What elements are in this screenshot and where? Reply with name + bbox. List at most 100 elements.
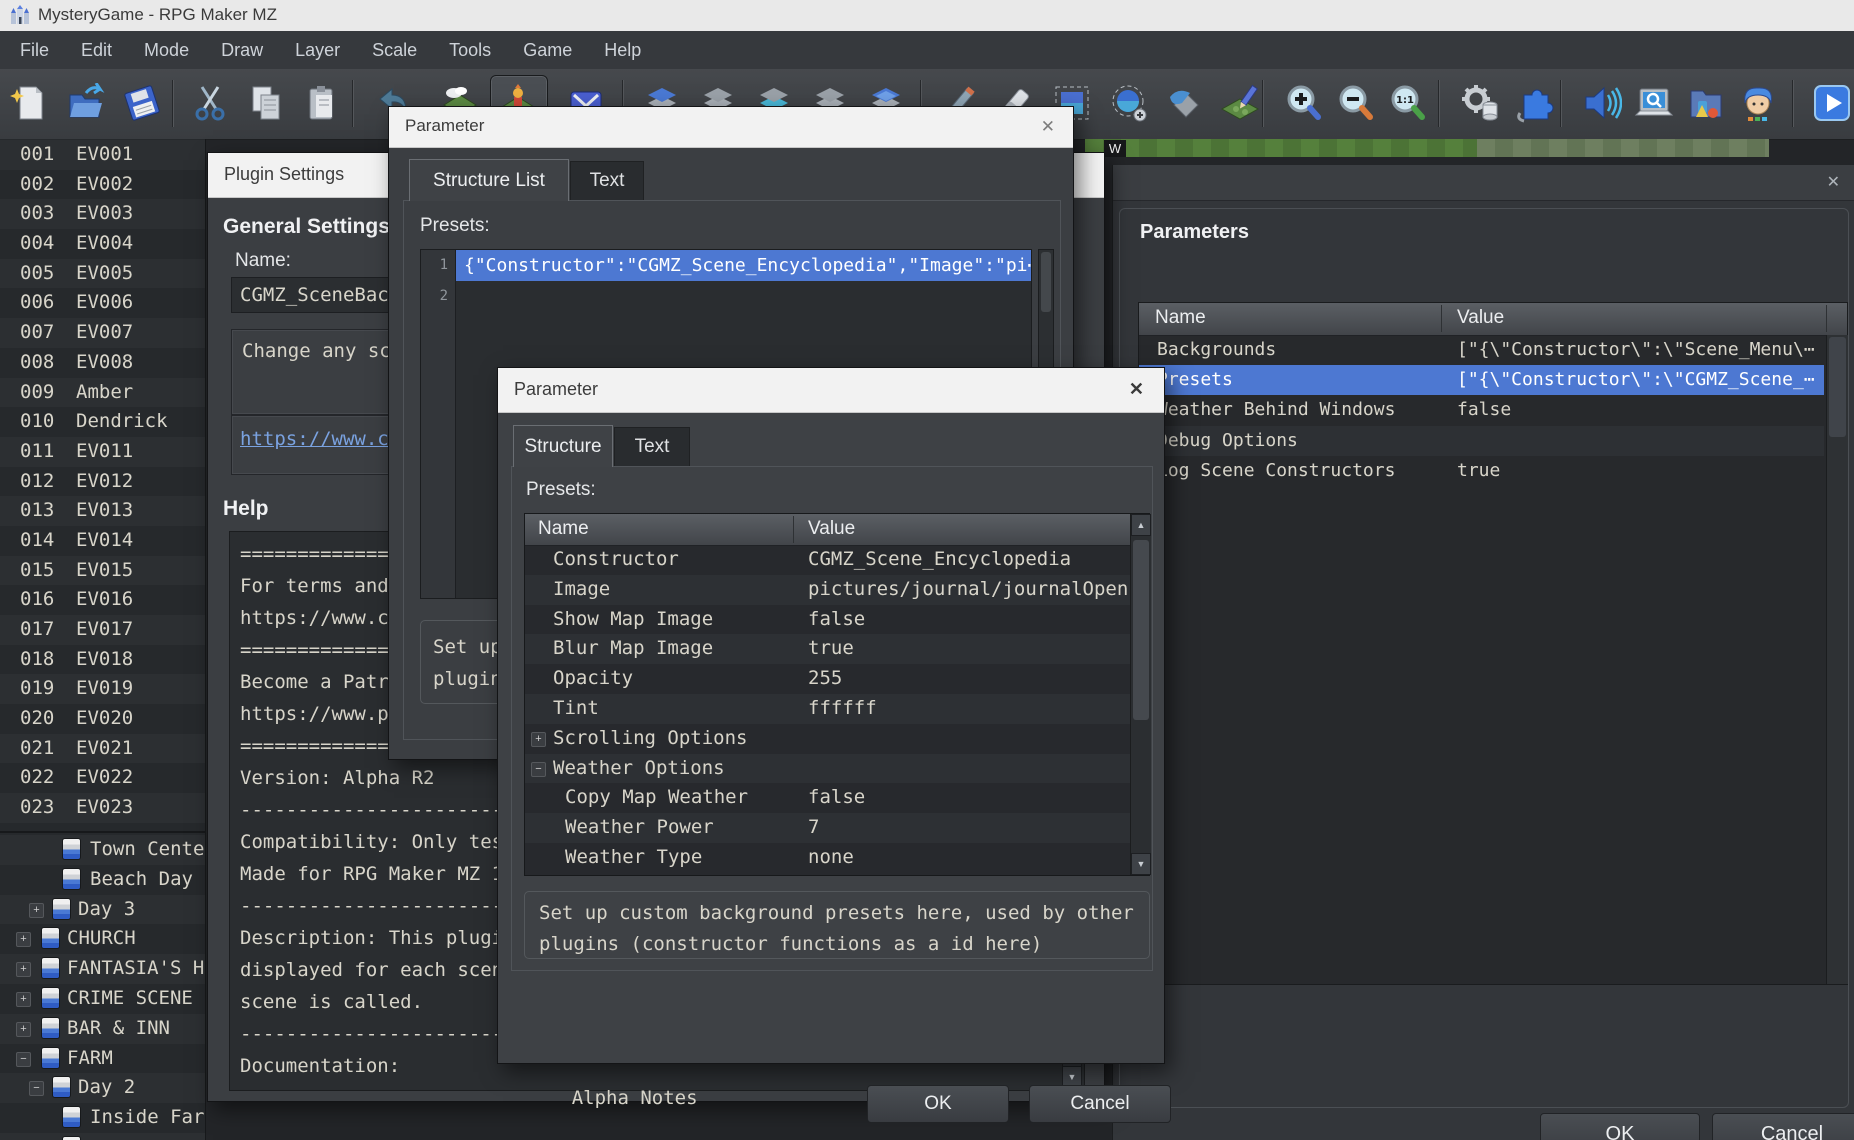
map-tree-item[interactable]: + Day 3 xyxy=(0,894,205,925)
column-header-name[interactable]: Name xyxy=(538,518,589,540)
event-list-item[interactable]: 006 EV006 xyxy=(0,288,205,318)
structure-table-row[interactable]: Show Map Image false xyxy=(525,605,1149,635)
tab-text[interactable]: Text xyxy=(570,161,644,201)
tree-expander-icon[interactable]: + xyxy=(16,962,31,978)
menu-item-help[interactable]: Help xyxy=(588,31,657,69)
menu-item-game[interactable]: Game xyxy=(507,31,588,69)
fill-tool-icon[interactable] xyxy=(1164,83,1204,123)
new-project-icon[interactable] xyxy=(10,83,50,123)
event-list-item[interactable]: 002 EV002 xyxy=(0,170,205,200)
plugin-manager-icon[interactable] xyxy=(1514,83,1554,123)
open-project-icon[interactable] xyxy=(66,82,106,123)
event-list-item[interactable]: 009 Amber xyxy=(0,377,205,408)
event-list-item[interactable]: 018 EV018 xyxy=(0,645,205,675)
event-list-item[interactable]: 016 EV016 xyxy=(0,585,205,615)
parameter-row[interactable]: Log Scene Constructors true xyxy=(1139,456,1824,486)
event-list-item[interactable]: 005 EV005 xyxy=(0,258,205,289)
ellipse-tool-icon[interactable] xyxy=(1108,83,1148,123)
event-list-item[interactable]: 011 EV011 xyxy=(0,436,205,467)
cut-icon[interactable] xyxy=(190,83,230,123)
tab-text[interactable]: Text xyxy=(614,427,690,467)
parameter-row[interactable]: Debug Options xyxy=(1139,425,1824,456)
tab-structure-list[interactable]: Structure List xyxy=(409,159,569,201)
ok-button[interactable]: OK xyxy=(1540,1113,1700,1140)
tree-expander-icon[interactable]: − xyxy=(29,1081,44,1097)
structure-table-row[interactable]: Copy Map Weather false xyxy=(525,783,1149,813)
event-list-item[interactable]: 017 EV017 xyxy=(0,615,205,645)
event-list-item[interactable]: 001 EV001 xyxy=(0,140,205,170)
copy-icon[interactable] xyxy=(246,83,286,123)
tree-expander-icon[interactable]: + xyxy=(16,932,31,948)
map-tree-item[interactable]: Town Center xyxy=(0,835,205,865)
event-list-item[interactable]: 008 EV008 xyxy=(0,348,205,378)
event-list-item[interactable]: 021 EV021 xyxy=(0,733,205,764)
parameter-row[interactable]: Presets ["{\"Constructor\":\"CGMZ_Scene_⋯ xyxy=(1139,365,1824,396)
event-list-item[interactable]: 012 EV012 xyxy=(0,467,205,497)
event-list-item[interactable]: 015 EV015 xyxy=(0,555,205,586)
row-expander-icon[interactable]: − xyxy=(531,761,546,777)
menu-item-mode[interactable]: Mode xyxy=(128,31,205,69)
parameter-row[interactable]: Backgrounds ["{\"Constructor\":\"Scene_Me… xyxy=(1139,335,1824,365)
scrollbar-thumb[interactable] xyxy=(1133,540,1149,720)
cancel-button[interactable]: Cancel xyxy=(1029,1085,1171,1123)
structure-table-row[interactable]: Weather Power 7 xyxy=(525,813,1149,843)
map-tree-item[interactable]: + CRIME SCENE xyxy=(0,984,205,1014)
event-list-item[interactable]: 007 EV007 xyxy=(0,318,205,348)
structure-table-row[interactable]: Opacity 255 xyxy=(525,664,1149,694)
menu-item-scale[interactable]: Scale xyxy=(356,31,433,69)
tree-expander-icon[interactable]: + xyxy=(16,991,31,1007)
preset-json-row-selected[interactable]: {"Constructor":"CGMZ_Scene_Encyclopedia"… xyxy=(456,250,1031,281)
tab-structure[interactable]: Structure xyxy=(513,425,613,467)
event-list-item[interactable]: 019 EV019 xyxy=(0,674,205,705)
dialog-titlebar[interactable]: Parameter ✕ xyxy=(498,368,1164,413)
close-icon[interactable]: ✕ xyxy=(1129,379,1144,400)
sound-test-icon[interactable] xyxy=(1582,83,1623,123)
event-list-item[interactable]: 004 EV004 xyxy=(0,229,205,259)
column-header-value[interactable]: Value xyxy=(808,518,855,540)
cancel-button[interactable]: Cancel xyxy=(1712,1113,1854,1140)
map-tree-item[interactable]: + CHURCH xyxy=(0,924,205,954)
scroll-down-icon[interactable]: ▼ xyxy=(1131,853,1151,875)
table-scrollbar[interactable] xyxy=(1826,335,1848,984)
structure-table-row[interactable]: Constructor CGMZ_Scene_Encyclopedia xyxy=(525,545,1149,575)
column-divider[interactable] xyxy=(793,516,794,543)
event-list-item[interactable]: 023 EV023 xyxy=(0,793,205,823)
structure-table-row[interactable]: Tint ffffff xyxy=(525,693,1149,724)
event-list-item[interactable]: 022 EV022 xyxy=(0,763,205,793)
scrollbar-thumb[interactable] xyxy=(1041,252,1051,312)
tree-expander-icon[interactable]: + xyxy=(29,902,44,918)
tree-expander-icon[interactable]: + xyxy=(16,1021,31,1037)
structure-table-row[interactable]: − Weather Options xyxy=(525,753,1149,784)
map-tree-item[interactable]: Inside Farm xyxy=(0,1103,205,1133)
zoom-in-icon[interactable] xyxy=(1284,83,1324,123)
database-icon[interactable] xyxy=(1460,83,1500,123)
menu-item-file[interactable]: File xyxy=(4,31,65,69)
ok-button[interactable]: OK xyxy=(867,1085,1009,1123)
event-list-item[interactable]: 013 EV013 xyxy=(0,496,205,526)
close-icon[interactable]: ✕ xyxy=(1827,172,1840,192)
scroll-up-icon[interactable]: ▲ xyxy=(1131,514,1151,536)
event-search-icon[interactable] xyxy=(1634,83,1674,123)
map-tree-item[interactable]: + FANTASIA'S HOUSE xyxy=(0,954,205,984)
map-tree-item[interactable]: Beach Day 2 xyxy=(0,865,205,895)
map-tree-item[interactable]: + BAR & INN xyxy=(0,1013,205,1044)
map-tree-item[interactable]: − FARM xyxy=(0,1044,205,1074)
menu-item-draw[interactable]: Draw xyxy=(205,31,279,69)
parameter-row[interactable]: Weather Behind Windows false xyxy=(1139,395,1824,425)
event-list-item[interactable]: 010 Dendrick xyxy=(0,407,205,437)
tree-expander-icon[interactable]: − xyxy=(16,1051,31,1067)
row-expander-icon[interactable]: + xyxy=(531,731,546,747)
close-icon[interactable]: ✕ xyxy=(1041,117,1055,137)
column-header-value[interactable]: Value xyxy=(1457,307,1504,329)
column-divider[interactable] xyxy=(1826,305,1827,332)
structure-table-row[interactable]: + Scrolling Options xyxy=(525,724,1149,754)
zoom-out-icon[interactable] xyxy=(1336,83,1376,123)
event-list-item[interactable]: 003 EV003 xyxy=(0,199,205,230)
table-scrollbar[interactable]: ▲ ▼ xyxy=(1130,514,1151,875)
scrollbar-thumb[interactable] xyxy=(1829,337,1846,437)
structure-table-row[interactable]: Blur Map Image true xyxy=(525,634,1149,665)
paste-icon[interactable] xyxy=(302,83,342,123)
structure-table-row[interactable]: Weather Type none xyxy=(525,843,1149,873)
map-tree-item[interactable]: − Day 2 xyxy=(0,1073,205,1104)
column-divider[interactable] xyxy=(1441,305,1442,332)
